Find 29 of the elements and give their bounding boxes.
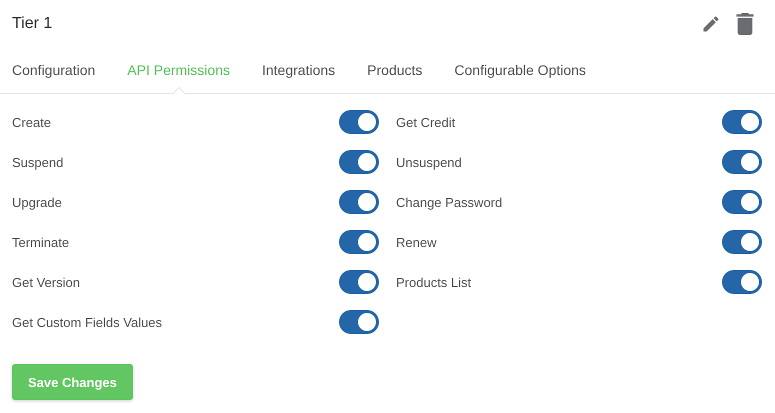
toggle-switch[interactable] (339, 110, 379, 134)
permission-label: Change Password (396, 194, 502, 210)
permission-label: Get Credit (396, 114, 456, 130)
toggle-switch[interactable] (722, 270, 762, 294)
permission-label: Renew (396, 234, 436, 250)
toggle-switch[interactable] (722, 190, 762, 214)
toggle-switch[interactable] (339, 230, 379, 254)
tab[interactable]: Integrations (262, 62, 336, 93)
edit-icon[interactable] (701, 14, 721, 34)
permission-label: Create (12, 114, 52, 130)
tab[interactable]: Configurable Options (454, 62, 586, 93)
toggle-switch[interactable] (339, 190, 379, 214)
tab[interactable]: Products (367, 62, 422, 93)
tab[interactable]: Configuration (12, 62, 96, 93)
toggle-switch[interactable] (722, 110, 762, 134)
permission-label: Suspend (12, 154, 64, 170)
permission-label: Unsuspend (396, 154, 462, 170)
permission-label: Get Custom Fields Values (12, 314, 162, 330)
permission-label: Products List (396, 274, 472, 290)
toggle-switch[interactable] (339, 270, 379, 294)
permission-label: Get Version (12, 274, 80, 290)
toggle-switch[interactable] (722, 150, 762, 174)
permission-label: Upgrade (12, 194, 62, 210)
toggle-switch[interactable] (339, 150, 379, 174)
permission-label: Terminate (12, 234, 70, 250)
card-title: Tier 1 (12, 15, 52, 33)
toggle-switch[interactable] (722, 230, 762, 254)
toggle-switch[interactable] (339, 310, 379, 334)
delete-icon[interactable] (735, 13, 755, 35)
